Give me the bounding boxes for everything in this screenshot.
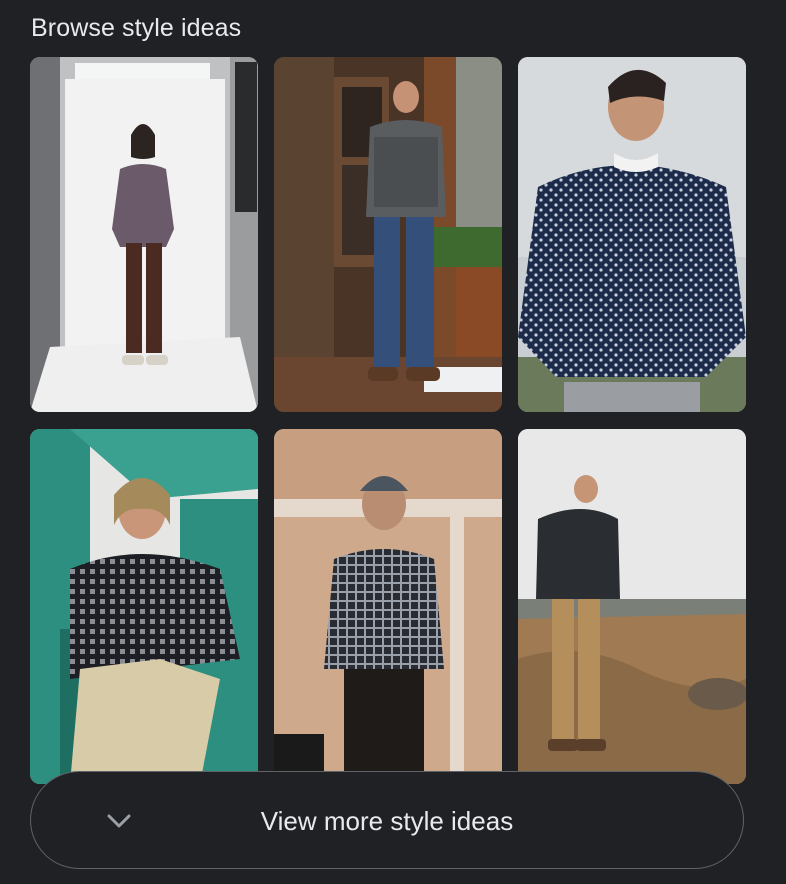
style-ideas-panel: Browse style ideas View more style ideas: [0, 0, 786, 884]
style-image-card[interactable]: [274, 429, 502, 784]
view-more-label: View more style ideas: [260, 806, 514, 836]
style-image: [518, 429, 746, 784]
style-image-card[interactable]: [518, 429, 746, 784]
style-image-card[interactable]: [274, 57, 502, 412]
style-image: [30, 57, 258, 412]
section-title: Browse style ideas: [31, 14, 242, 42]
style-image: [274, 57, 502, 412]
style-image: [274, 429, 502, 784]
style-image: [30, 429, 258, 784]
view-more-style-ideas-button[interactable]: View more style ideas: [30, 771, 744, 869]
style-image-grid: [30, 57, 746, 784]
style-image-card[interactable]: [30, 429, 258, 784]
style-image-card[interactable]: [30, 57, 258, 412]
style-image: [518, 57, 746, 412]
style-image-card[interactable]: [518, 57, 746, 412]
